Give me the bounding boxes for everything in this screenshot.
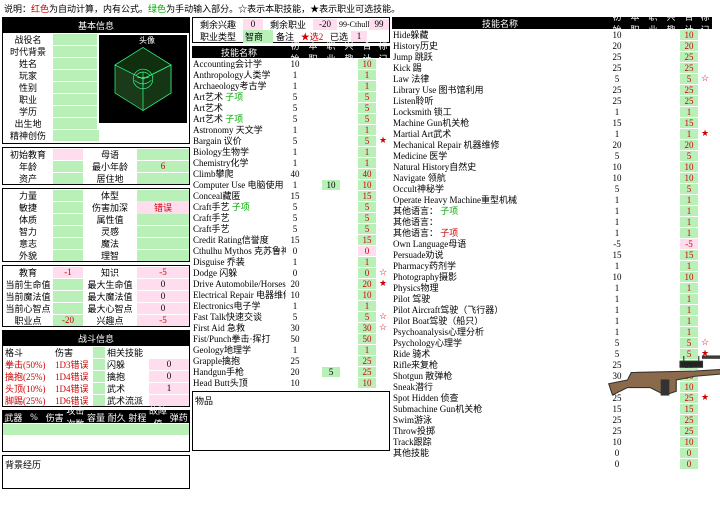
weapons-panel: 武器%伤害攻击次数容量耐久射程故障值弹药: [2, 410, 190, 452]
skills-list-a: Accounting会计学1010Anthropology人类学11Archae…: [192, 58, 390, 388]
weapon-cell[interactable]: [3, 424, 189, 435]
combat-panel: 战斗信息 格斗伤害相关技能拳击(50%)1D3错误闪躲0擒抱(25%)1D4错误…: [2, 330, 190, 407]
mythos-val: 99: [369, 19, 389, 30]
skills-list-b: Hide躲藏1010History历史2020Jump 跳跃2525Kick 踢…: [392, 29, 712, 469]
basic-info-panel: 基本信息 头像 战役名时代背景姓名玩家性别职业学历出生地精神创伤: [2, 17, 190, 144]
portrait-box[interactable]: 头像: [99, 35, 187, 123]
remain-occ: -20: [313, 19, 337, 30]
attributes-panel: 力量体型敏捷伤害加深错误体质属性值智力灵感意志魔法外貌理智: [2, 188, 190, 262]
remain-int: 0: [243, 19, 263, 30]
combat-header: 战斗信息: [3, 331, 189, 346]
skill-row: 00: [392, 458, 712, 469]
age-panel: 初始教育母语年龄最小年龄6资产居住地: [2, 147, 190, 185]
dice-icon: [108, 44, 178, 114]
right-column: 技能名称 初始本职职业兴趣合计标记 Hide躲藏1010History历史202…: [392, 17, 712, 492]
skill-row: Head Butt头顶1010: [192, 377, 390, 388]
skill-row: 其他技能00: [392, 447, 712, 458]
basic-info-header: 基本信息: [3, 18, 189, 33]
education-panel: 教育-1知识-5当前生命值最大生命值0当前魔法值最大魔法值0当前心智点最大心智点…: [2, 265, 190, 327]
left-column: 基本信息 头像 战役名时代背景姓名玩家性别职业学历出生地精神创伤 初始教育母语年…: [2, 17, 190, 492]
items-panel: 物品: [192, 391, 390, 451]
middle-column: 剩余兴趣0 剩余职业-20 99-Cthulhu神话99 职业类型智商 备注 ★…: [192, 17, 390, 492]
weapons-header: 武器%伤害攻击次数容量耐久射程故障值弹药: [3, 411, 189, 423]
history-panel: 背景经历: [2, 455, 190, 489]
